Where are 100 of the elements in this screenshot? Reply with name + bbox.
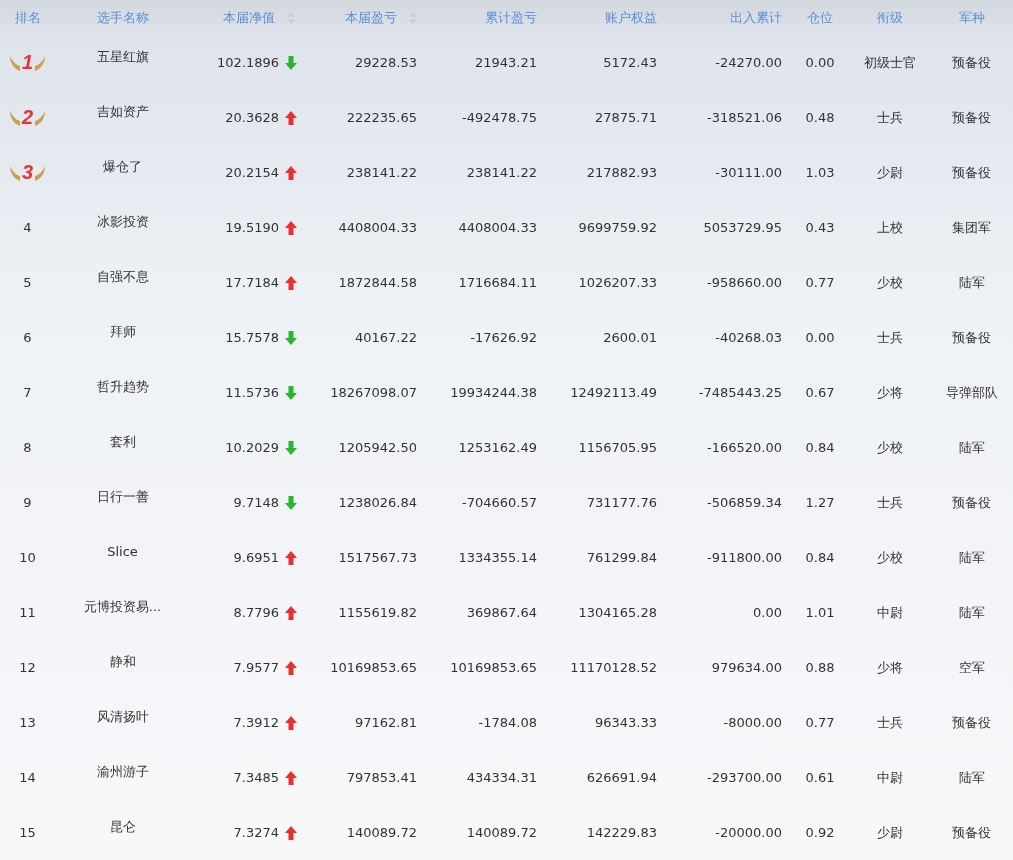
- net-value: 7.9577: [233, 660, 279, 675]
- period-profit: 1872844.58: [338, 275, 417, 290]
- net-value: 20.3628: [225, 110, 279, 125]
- rank-title: 少尉: [877, 823, 903, 842]
- position-ratio: 1.27: [805, 495, 835, 510]
- rank-number: 7: [23, 385, 32, 400]
- net-flow: -40268.03: [715, 330, 782, 345]
- column-header[interactable]: 本届盈亏: [345, 8, 417, 27]
- position-ratio: 0.77: [805, 275, 835, 290]
- net-flow: -24270.00: [715, 55, 782, 70]
- net-flow: -506859.34: [707, 495, 782, 510]
- rank-number: 14: [19, 770, 36, 785]
- account-equity: 626691.94: [586, 770, 657, 785]
- player-name: 静和: [109, 652, 136, 671]
- period-profit: 1205942.50: [338, 440, 417, 455]
- laurel-rank-badge: 1: [8, 51, 47, 74]
- rank-title: 中尉: [877, 768, 903, 787]
- service-branch: 预备役: [952, 713, 991, 732]
- period-profit: 97162.81: [354, 715, 417, 730]
- net-value: 11.5736: [225, 385, 279, 400]
- service-branch: 陆军: [958, 603, 985, 622]
- period-profit: 29228.53: [354, 55, 417, 70]
- total-profit: -17626.92: [470, 330, 537, 345]
- player-name: Slice: [107, 544, 138, 559]
- player-name: 元博投资易...: [83, 597, 162, 616]
- rank-title: 中尉: [877, 603, 903, 622]
- position-ratio: 0.48: [805, 110, 835, 125]
- net-value: 7.3485: [233, 770, 279, 785]
- total-profit: 1334355.14: [458, 550, 537, 565]
- total-profit: -1784.08: [478, 715, 537, 730]
- player-name: 风清扬叶: [96, 707, 149, 726]
- rank-title: 士兵: [877, 493, 903, 512]
- service-branch: 预备役: [952, 53, 991, 72]
- service-branch: 陆军: [958, 273, 985, 292]
- total-profit: 4408004.33: [458, 220, 537, 235]
- position-ratio: 0.84: [805, 440, 835, 455]
- service-branch: 预备役: [952, 493, 991, 512]
- rank-title: 士兵: [877, 108, 903, 127]
- rank-title: 初级士官: [864, 53, 916, 72]
- service-branch: 预备役: [952, 823, 991, 842]
- total-profit: 140089.72: [466, 825, 537, 840]
- position-ratio: 1.03: [805, 165, 835, 180]
- net-value: 17.7184: [225, 275, 279, 290]
- account-equity: 1304165.28: [578, 605, 657, 620]
- rank-number: 6: [23, 330, 32, 345]
- net-flow: 979634.00: [711, 660, 782, 675]
- column-header[interactable]: 累计盈亏: [485, 8, 537, 27]
- player-name: 套利: [109, 432, 136, 451]
- period-profit: 40167.22: [354, 330, 417, 345]
- total-profit: -492478.75: [462, 110, 537, 125]
- player-name: 日行一善: [96, 487, 149, 506]
- column-header[interactable]: 仓位: [807, 8, 833, 27]
- position-ratio: 0.92: [805, 825, 835, 840]
- account-equity: 11170128.52: [570, 660, 657, 675]
- account-equity: 5172.43: [603, 55, 657, 70]
- account-equity: 761299.84: [586, 550, 657, 565]
- position-ratio: 0.67: [805, 385, 835, 400]
- laurel-rank-badge: 2: [8, 106, 47, 129]
- column-header[interactable]: 选手名称: [96, 8, 149, 27]
- total-profit: 369867.64: [466, 605, 537, 620]
- rank-number: 4: [23, 220, 32, 235]
- rank-number: 10: [19, 550, 36, 565]
- net-value: 102.1896: [216, 55, 279, 70]
- account-equity: 217882.93: [586, 165, 657, 180]
- position-ratio: 0.77: [805, 715, 835, 730]
- rank-number: 9: [23, 495, 32, 510]
- rank-title: 少校: [877, 273, 903, 292]
- total-profit: -704660.57: [462, 495, 537, 510]
- account-equity: 1156705.95: [578, 440, 657, 455]
- player-name: 哲升趋势: [96, 377, 149, 396]
- column-header[interactable]: 账户权益: [605, 8, 657, 27]
- position-ratio: 0.88: [805, 660, 835, 675]
- position-ratio: 0.00: [805, 55, 835, 70]
- net-flow: -958660.00: [707, 275, 782, 290]
- net-value: 7.3274: [233, 825, 279, 840]
- total-profit: 19934244.38: [450, 385, 537, 400]
- total-profit: 1716684.11: [458, 275, 537, 290]
- total-profit: 238141.22: [466, 165, 537, 180]
- rank-title: 少将: [877, 383, 903, 402]
- position-ratio: 0.84: [805, 550, 835, 565]
- total-profit: 21943.21: [474, 55, 537, 70]
- net-flow: -911800.00: [707, 550, 782, 565]
- rank-title: 少校: [877, 548, 903, 567]
- net-flow: -166520.00: [707, 440, 782, 455]
- service-branch: 空军: [958, 658, 985, 677]
- column-header[interactable]: 出入累计: [730, 8, 782, 27]
- service-branch: 预备役: [952, 108, 991, 127]
- column-header[interactable]: 衔级: [877, 8, 903, 27]
- total-profit: 10169853.65: [450, 660, 537, 675]
- player-name: 自强不息: [96, 267, 149, 286]
- account-equity: 9699759.92: [578, 220, 657, 235]
- column-header[interactable]: 排名: [14, 8, 41, 27]
- period-profit: 1155619.82: [338, 605, 417, 620]
- period-profit: 1238026.84: [338, 495, 417, 510]
- account-equity: 142229.83: [586, 825, 657, 840]
- column-header[interactable]: 军种: [958, 8, 985, 27]
- column-header[interactable]: 本届净值: [223, 8, 295, 27]
- total-profit: 1253162.49: [458, 440, 537, 455]
- rank-number: 8: [23, 440, 32, 455]
- rank-title: 士兵: [877, 328, 903, 347]
